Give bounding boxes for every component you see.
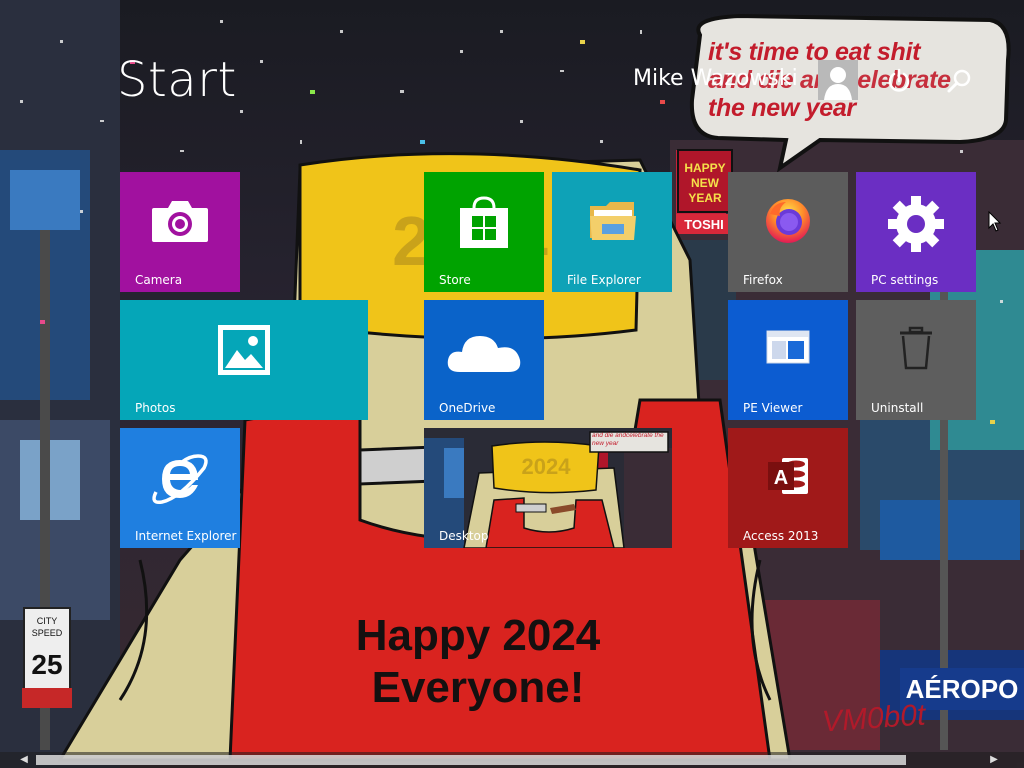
power-button[interactable] xyxy=(884,66,914,96)
trash-icon xyxy=(900,326,932,370)
tile-label: File Explorer xyxy=(567,273,641,287)
shirt-line-2: Everyone! xyxy=(371,663,585,712)
user-avatar-icon xyxy=(818,60,858,100)
tile-uninstall[interactable]: Uninstall xyxy=(856,300,976,420)
desktop-thumb-bubble: and die andcelebrate the new year xyxy=(592,432,664,447)
tile-access-2013[interactable]: A Access 2013 xyxy=(728,428,848,548)
sign-speed: SPEED xyxy=(32,628,63,638)
cloud-icon xyxy=(447,336,521,372)
horizontal-scrollbar[interactable]: ◀ ▶ xyxy=(0,752,1024,768)
tile-internet-explorer[interactable]: Internet Explorer xyxy=(120,428,240,548)
gear-icon xyxy=(888,196,944,252)
shirt-line-1: Happy 2024 xyxy=(355,611,601,660)
power-icon xyxy=(888,68,910,92)
bubble-line-3: the new year xyxy=(708,94,856,122)
tile-label: Camera xyxy=(135,273,183,287)
tile-firefox[interactable]: Firefox xyxy=(728,172,848,292)
user-name[interactable]: Mike Wazowski xyxy=(633,66,798,91)
search-icon xyxy=(947,69,971,93)
tile-photos[interactable]: Photos xyxy=(120,300,368,420)
page-title: Start xyxy=(117,52,237,108)
avatar[interactable] xyxy=(818,60,858,100)
tile-label: Firefox xyxy=(743,273,783,287)
access-icon: A xyxy=(768,458,808,494)
tile-label: Internet Explorer xyxy=(135,529,237,543)
tile-label: Access 2013 xyxy=(743,529,819,543)
photos-icon xyxy=(218,325,270,375)
scroll-thumb[interactable] xyxy=(36,755,906,765)
happy-new-year-billboard: HAPPY NEW YEAR TOSHI xyxy=(676,149,733,234)
tile-label: Desktop xyxy=(439,529,489,543)
billboard2-text: TOSHI xyxy=(684,217,724,232)
scroll-left-arrow[interactable]: ◀ xyxy=(16,752,32,768)
tile-label: Photos xyxy=(135,401,176,415)
bubble-line-1: it's time to eat shit xyxy=(708,38,921,66)
tile-camera[interactable]: Camera xyxy=(120,172,240,292)
tile-label: Store xyxy=(439,273,471,287)
window-icon xyxy=(766,330,810,364)
mouse-cursor xyxy=(988,211,1002,232)
store-icon xyxy=(460,196,508,248)
tile-label: PE Viewer xyxy=(743,401,803,415)
tile-store[interactable]: Store xyxy=(424,172,544,292)
svg-text:NEW: NEW xyxy=(691,176,720,190)
tile-desktop[interactable]: 2024 and die andcelebrate the new year D… xyxy=(424,428,672,548)
tile-onedrive[interactable]: OneDrive xyxy=(424,300,544,420)
shirt-text: Happy 2024 Everyone! xyxy=(318,610,638,714)
internet-explorer-icon xyxy=(152,454,208,505)
sign-city: CITY xyxy=(37,616,58,626)
tile-pe-viewer[interactable]: PE Viewer xyxy=(728,300,848,420)
sign-limit: 25 xyxy=(31,649,62,680)
svg-text:A: A xyxy=(774,467,788,489)
svg-text:YEAR: YEAR xyxy=(688,191,722,205)
billboard-text: HAPPY xyxy=(684,161,725,175)
tile-pc-settings[interactable]: PC settings xyxy=(856,172,976,292)
tile-label: Uninstall xyxy=(871,401,924,415)
tile-label: OneDrive xyxy=(439,401,496,415)
desktop-hat-text: 2024 xyxy=(522,454,572,479)
scroll-right-arrow[interactable]: ▶ xyxy=(986,752,1002,768)
firefox-icon xyxy=(766,199,810,243)
tile-label: PC settings xyxy=(871,273,939,287)
camera-icon xyxy=(152,201,208,242)
file-explorer-icon xyxy=(590,202,636,240)
speed-limit-sign: CITY SPEED 25 xyxy=(22,607,72,708)
artist-signature: VM0b0t xyxy=(820,698,927,739)
search-button[interactable] xyxy=(944,66,974,96)
tile-file-explorer[interactable]: File Explorer xyxy=(552,172,672,292)
